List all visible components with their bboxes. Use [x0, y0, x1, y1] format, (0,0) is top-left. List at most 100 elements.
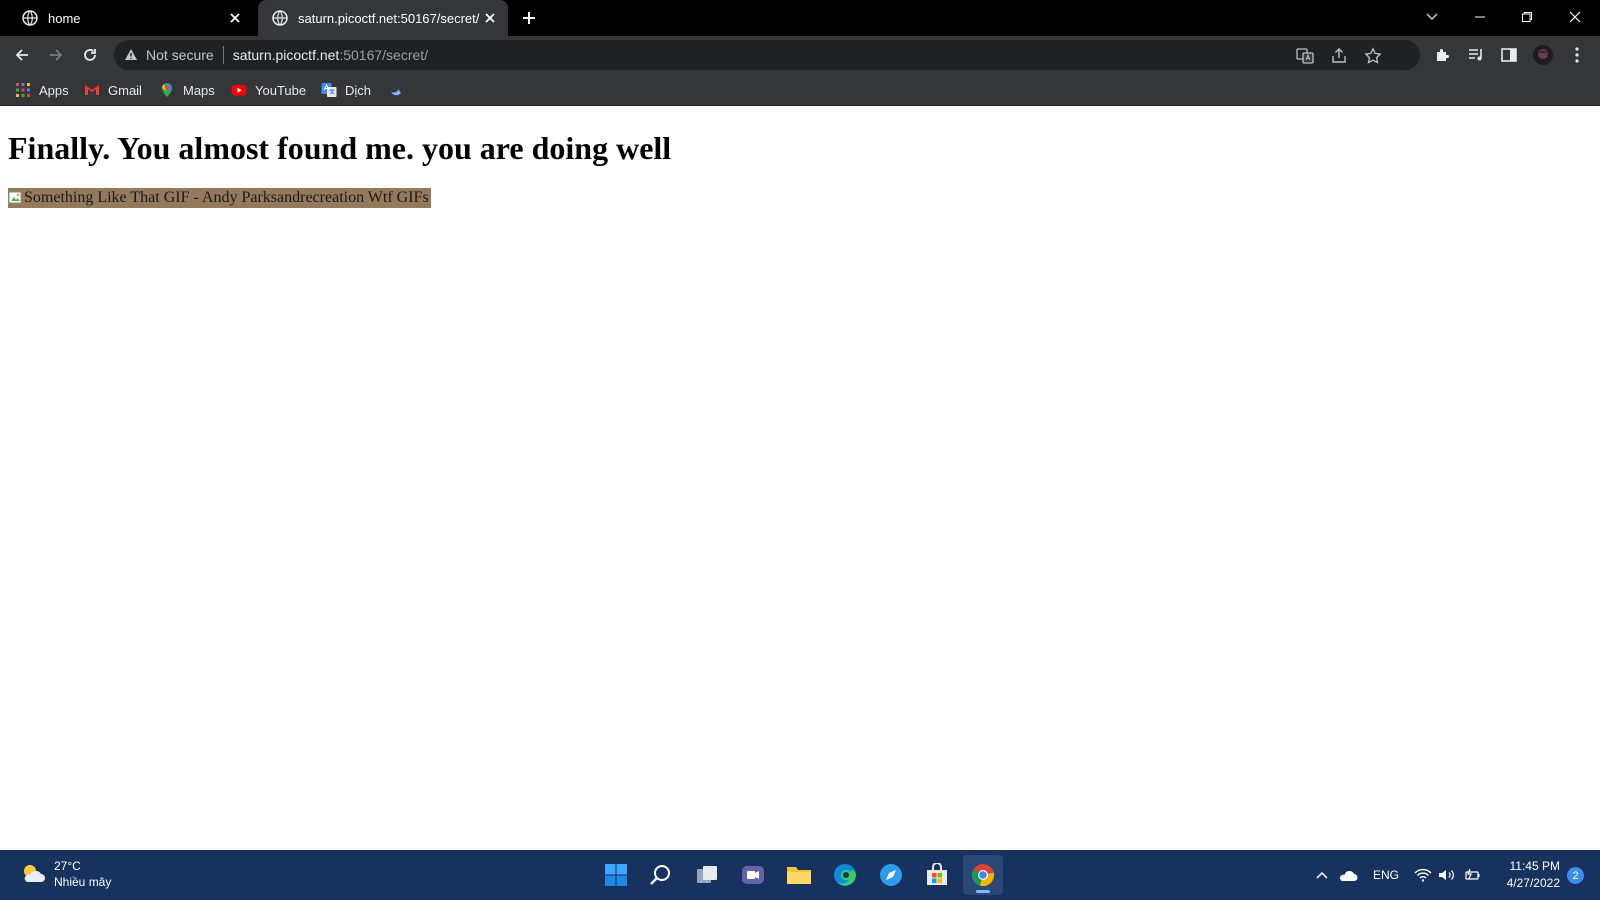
restore-button[interactable] — [1509, 2, 1545, 32]
plus-icon — [523, 12, 535, 24]
tab-close-icon[interactable] — [480, 8, 500, 28]
bookmark-label: Gmail — [108, 82, 142, 98]
folder-icon — [787, 867, 811, 884]
globe-icon — [272, 10, 288, 26]
tab-title: saturn.picoctf.net:50167/secret/ — [298, 10, 480, 26]
wifi-icon — [1414, 868, 1432, 882]
tab-home[interactable]: home — [8, 0, 253, 36]
share-icon[interactable] — [1330, 47, 1348, 65]
weather-condition: Nhiều mây — [54, 875, 112, 889]
active-app-indicator — [976, 890, 990, 893]
video-chat-icon — [742, 866, 764, 884]
globe-icon — [22, 10, 38, 26]
queue-music-icon — [1469, 49, 1482, 61]
youtube-icon — [231, 85, 247, 96]
clock-date: 4/27/2022 — [1506, 876, 1560, 890]
arrow-right-icon — [50, 49, 63, 61]
search-button[interactable] — [641, 855, 681, 895]
profile-button[interactable] — [1532, 44, 1554, 66]
close-window-button[interactable] — [1557, 2, 1593, 32]
bookmark-crescent[interactable] — [388, 81, 412, 99]
bookmark-label: Dịch — [345, 82, 372, 98]
broken-gif-image: Something Like That GIF - Andy Parksandr… — [8, 188, 431, 208]
bookmark-label: Maps — [183, 82, 215, 98]
restore-icon — [1522, 12, 1532, 22]
apps-grid-icon — [16, 83, 30, 97]
minimize-button[interactable] — [1462, 2, 1498, 32]
language-indicator[interactable]: ENG — [1368, 865, 1404, 885]
volume-button[interactable] — [1436, 865, 1458, 885]
reload-button[interactable] — [76, 41, 104, 69]
side-panel-icon — [1501, 48, 1517, 62]
bookmark-youtube[interactable]: YouTube — [231, 81, 306, 99]
warning-icon — [125, 49, 137, 60]
address-separator — [222, 46, 224, 64]
minimize-icon — [1475, 16, 1485, 18]
notification-badge[interactable]: 2 — [1567, 867, 1584, 884]
back-button[interactable] — [8, 41, 36, 69]
bookmark-translate[interactable]: Dịch — [321, 81, 371, 99]
teams-chat-button[interactable] — [733, 855, 773, 895]
tab-close-icon[interactable] — [225, 8, 245, 28]
show-hidden-icons-button[interactable] — [1312, 865, 1332, 885]
wifi-button[interactable] — [1412, 865, 1434, 885]
bookmark-label: Apps — [39, 82, 69, 98]
start-button[interactable] — [596, 855, 636, 895]
system-clock[interactable]: 11:45 PM 4/27/2022 — [1507, 858, 1560, 892]
crescent-moon-icon — [391, 89, 401, 96]
translate-page-icon[interactable] — [1296, 47, 1314, 65]
clock-time: 11:45 PM — [1509, 859, 1560, 873]
new-tab-button[interactable] — [518, 7, 540, 29]
task-view-button[interactable] — [687, 855, 727, 895]
address-bar[interactable]: Not secure saturn.picoctf.net:50167/secr… — [114, 40, 1420, 70]
menu-button[interactable] — [1566, 44, 1588, 66]
media-control-button[interactable] — [1465, 44, 1487, 66]
edge-browser-button[interactable] — [825, 855, 865, 895]
bookmark-maps[interactable]: Maps — [159, 81, 215, 99]
forward-button[interactable] — [42, 41, 70, 69]
tab-strip: home saturn.picoctf.net:50167/secret/ — [0, 0, 1600, 36]
chevron-up-icon — [1316, 871, 1328, 879]
partly-cloudy-icon — [24, 865, 45, 882]
broken-image-icon — [8, 191, 22, 204]
store-icon — [927, 863, 947, 885]
speaker-icon — [1439, 870, 1454, 880]
battery-charging-icon — [1465, 868, 1480, 880]
battery-button[interactable] — [1461, 865, 1483, 885]
maps-icon — [162, 83, 172, 97]
windows-taskbar: 27°C Nhiều mây ENG 11:45 PM 4/27/2022 2 — [0, 850, 1600, 900]
gmail-icon — [84, 84, 100, 95]
chrome-button[interactable] — [963, 855, 1003, 895]
chevron-down-icon — [1426, 13, 1438, 21]
app-compass-button[interactable] — [871, 855, 911, 895]
security-label[interactable]: Not secure — [146, 47, 214, 63]
windows-logo-icon — [605, 864, 627, 886]
url-host: saturn.picoctf.net — [232, 47, 340, 63]
task-view-icon — [697, 866, 717, 883]
bookmark-gmail[interactable]: Gmail — [84, 81, 142, 99]
page-heading: Finally. You almost found me. you are do… — [8, 130, 672, 166]
puzzle-icon — [1437, 49, 1449, 61]
avatar-icon — [1533, 45, 1553, 65]
cloud-icon — [1340, 870, 1358, 881]
file-explorer-button[interactable] — [779, 855, 819, 895]
bookmark-apps[interactable]: Apps — [15, 81, 69, 99]
extensions-button[interactable] — [1432, 44, 1454, 66]
tab-search-button[interactable] — [1414, 2, 1450, 32]
compass-icon — [880, 864, 902, 886]
tab-secret[interactable]: saturn.picoctf.net:50167/secret/ — [258, 0, 508, 36]
onedrive-button[interactable] — [1336, 865, 1360, 885]
tab-title: home — [48, 10, 81, 26]
search-icon — [650, 865, 670, 885]
microsoft-store-button[interactable] — [917, 855, 957, 895]
bookmark-star-icon[interactable] — [1364, 47, 1382, 65]
reload-icon — [84, 49, 96, 61]
weather-widget[interactable]: 27°C Nhiều mây — [20, 858, 111, 890]
url-path: :50167/secret/ — [339, 47, 429, 63]
weather-temp: 27°C — [54, 859, 81, 873]
bookmarks-bar: Apps Gmail Maps YouTube Dịch — [0, 74, 1600, 106]
arrow-left-icon — [15, 49, 28, 61]
side-panel-button[interactable] — [1498, 44, 1520, 66]
translate-icon — [321, 83, 337, 97]
page-content: Finally. You almost found me. you are do… — [0, 106, 1600, 850]
